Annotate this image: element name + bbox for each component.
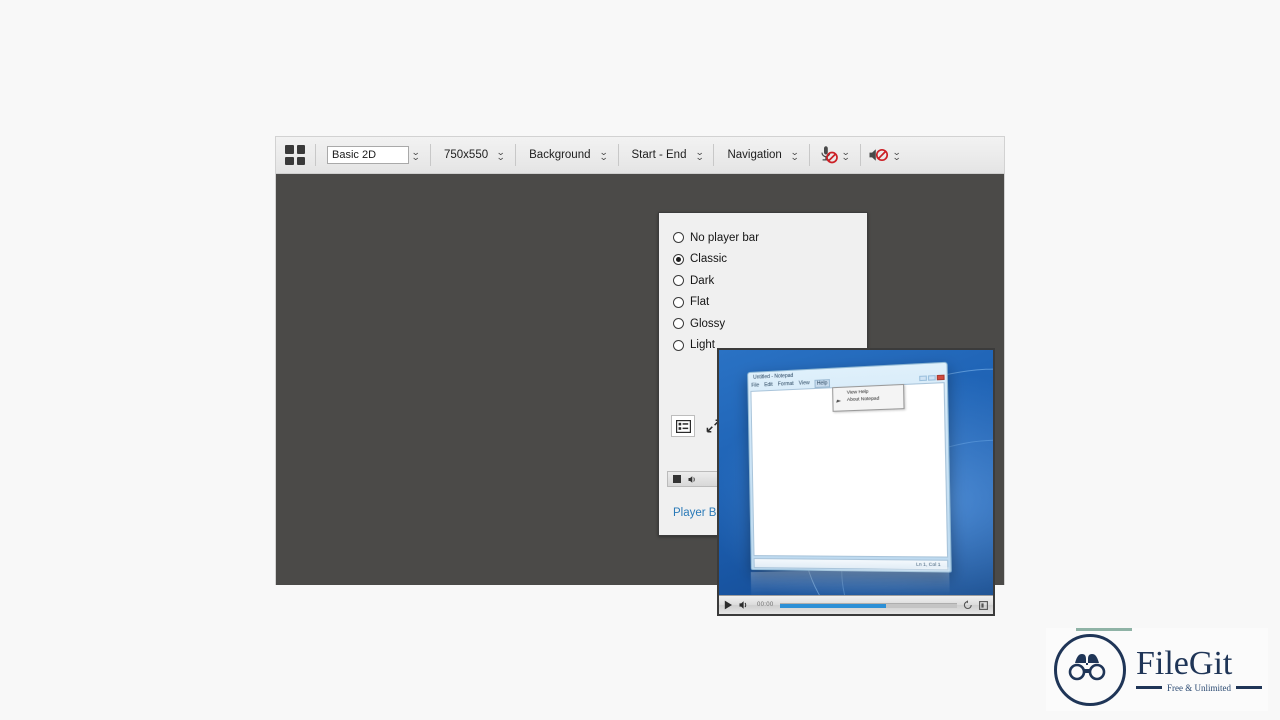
toolbar-divider [809,144,810,166]
watermark-tagline-row: Free & Unlimited [1136,683,1262,693]
option-label: No player bar [690,232,759,244]
editor-canvas[interactable]: No player bar Classic Dark Flat [276,174,1004,585]
speaker-icon[interactable] [739,600,751,610]
screenshot-stage: Basic 2D ⌄⌄ 750x550 ⌄⌄ Background ⌄⌄ [0,0,1280,720]
radio-icon[interactable] [673,297,684,308]
chevron-double-down-icon[interactable]: ⌄⌄ [890,144,904,166]
menu-option-about-notepad: About Notepad [833,392,903,402]
player-bar-option-classic[interactable]: Classic [673,249,867,270]
application-window: Basic 2D ⌄⌄ 750x550 ⌄⌄ Background ⌄⌄ [275,136,1005,585]
stop-square-icon [673,475,681,483]
radio-icon[interactable] [673,340,684,351]
preset-input[interactable]: Basic 2D [327,146,409,164]
radio-icon-selected[interactable] [673,254,684,265]
player-bar-option-dark[interactable]: Dark [673,270,867,291]
toolbar-item-navigation[interactable]: Navigation ⌄⌄ [721,137,801,173]
radio-icon[interactable] [673,275,684,286]
toolbar-item-start-end[interactable]: Start - End ⌄⌄ [626,137,707,173]
watermark-text: FileGit Free & Unlimited [1136,647,1262,693]
player-bar-option-list: No player bar Classic Dark Flat [659,213,867,356]
maximize-icon [928,375,936,381]
grid-cell [297,145,306,154]
preset-control[interactable]: Basic 2D ⌄⌄ [323,137,423,173]
toolbar: Basic 2D ⌄⌄ 750x550 ⌄⌄ Background ⌄⌄ [276,137,1004,174]
binoculars-icon [1054,634,1126,706]
grid-cell [285,157,294,166]
option-label: Glossy [690,318,725,330]
radio-icon[interactable] [673,232,684,243]
toolbar-divider [713,144,714,166]
watermark-tagline: Free & Unlimited [1167,683,1231,693]
notepad-window: Untitled - Notepad File Edit Format View… [747,362,952,573]
microphone-muted-icon[interactable] [817,145,839,165]
chevron-double-down-icon[interactable]: ⌄⌄ [409,144,423,166]
chevron-double-down-icon[interactable]: ⌄⌄ [692,144,706,166]
grid-2x2-icon[interactable] [282,142,308,168]
fullscreen-icon[interactable] [979,601,988,610]
notepad-reflection [751,567,950,598]
option-label: Flat [690,296,709,308]
radio-icon[interactable] [673,318,684,329]
video-player-right-controls [963,600,988,610]
watermark-brand-name: FileGit [1136,647,1262,681]
close-icon [937,375,945,381]
chevron-double-down-icon[interactable]: ⌄⌄ [788,144,802,166]
speaker-icon [688,475,699,484]
player-bar-option-glossy[interactable]: Glossy [673,313,867,334]
grid-cell [285,145,294,154]
toolbar-item-background-label: Background [523,149,596,161]
replay-icon[interactable] [963,600,973,610]
chevron-double-down-icon[interactable]: ⌄⌄ [494,144,508,166]
toolbar-item-size-label: 750x550 [438,149,494,161]
toolbar-item-start-end-label: Start - End [626,149,693,161]
video-time-label: 00:00 [757,602,774,608]
option-label: Classic [690,253,727,265]
toolbar-divider [430,144,431,166]
chevron-double-down-icon[interactable]: ⌄⌄ [839,144,853,166]
toolbar-item-navigation-label: Navigation [721,149,787,161]
toolbar-divider [618,144,619,166]
tagline-rule-right [1236,686,1262,689]
player-bar-option-flat[interactable]: Flat [673,292,867,313]
player-bar-option-no-player-bar[interactable]: No player bar [673,227,867,248]
panel-tool-row [659,403,725,437]
video-preview-thumbnail[interactable]: Untitled - Notepad File Edit Format View… [717,348,995,616]
play-icon[interactable] [724,600,733,610]
speaker-control[interactable]: ⌄⌄ [868,137,904,173]
minimize-icon [919,375,927,381]
toolbar-divider [860,144,861,166]
toolbar-divider [515,144,516,166]
grid-cell [297,157,306,166]
watermark-accent-line [1076,628,1132,631]
toolbar-item-size[interactable]: 750x550 ⌄⌄ [438,137,508,173]
toolbar-divider [315,144,316,166]
microphone-control[interactable]: ⌄⌄ [817,137,853,173]
chevron-double-down-icon[interactable]: ⌄⌄ [597,144,611,166]
video-progress-fill [780,604,886,608]
video-progress-track[interactable] [780,603,957,608]
notepad-help-menu: View Help About Notepad [832,384,904,412]
tagline-rule-left [1136,686,1162,689]
video-player-bar[interactable]: 00:00 [719,595,993,614]
notepad-status-text: Ln 1, Col 1 [916,562,941,568]
speaker-muted-icon[interactable] [868,145,890,165]
playlist-icon[interactable] [671,415,695,437]
filegit-watermark: FileGit Free & Unlimited [1046,628,1268,711]
toolbar-item-background[interactable]: Background ⌄⌄ [523,137,610,173]
option-label: Dark [690,275,714,287]
option-label: Light [690,339,715,351]
